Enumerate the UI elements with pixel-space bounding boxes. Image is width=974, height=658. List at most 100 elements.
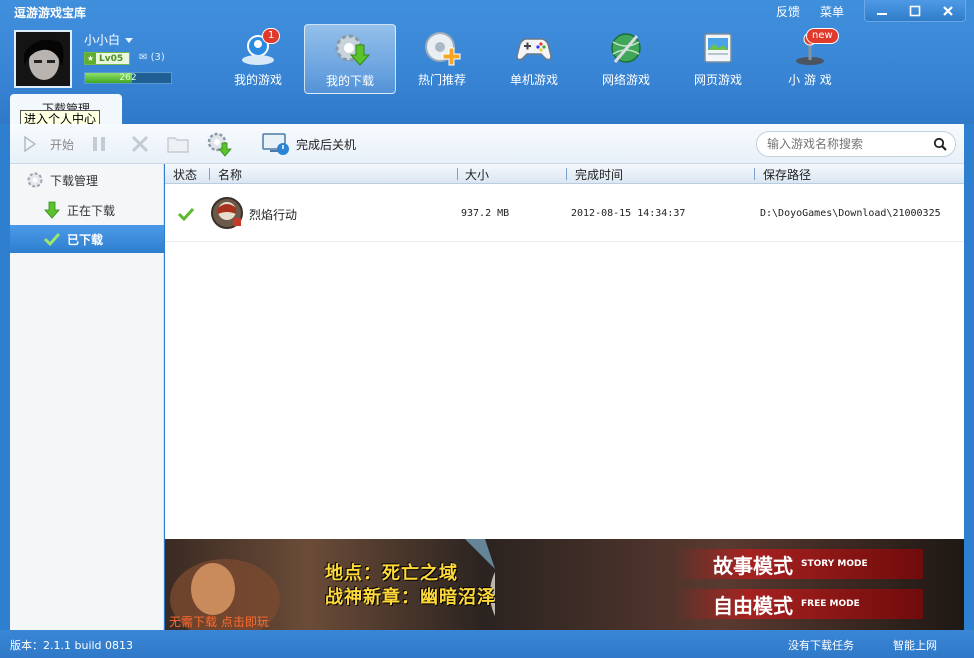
nav-label: 小 游 戏 <box>788 73 832 87</box>
sidebar-item-downloaded[interactable]: 已下载 <box>10 225 164 253</box>
nav-label: 热门推荐 <box>417 73 466 87</box>
free-mode-button[interactable]: 自由模式 FREE MODE <box>673 589 923 619</box>
nav-hot-recommend[interactable]: 热门推荐 <box>396 24 488 94</box>
game-name[interactable]: 烈焰行动 <box>249 206 297 223</box>
sidebar-item-label: 已下载 <box>67 232 104 247</box>
maximize-icon <box>909 5 921 16</box>
banner-play-now[interactable]: 无需下载 点击即玩 <box>169 613 269 630</box>
folder-icon <box>167 137 189 153</box>
hot-recommend-icon <box>425 32 461 66</box>
feedback-link[interactable]: 反馈 <box>776 3 800 20</box>
completed-check-icon <box>177 207 195 222</box>
mail-count: (3) <box>150 52 165 63</box>
nav-label: 我的下载 <box>325 74 374 88</box>
sidebar-item-downloading[interactable]: 正在下载 <box>10 196 164 224</box>
download-task-status[interactable]: 没有下载任务 <box>788 637 854 653</box>
download-list: 状态 名称 大小 完成时间 保存路径 烈焰行动 937.2 MB 2012-08… <box>165 164 964 539</box>
column-header-time[interactable]: 完成时间 <box>575 166 623 183</box>
nav-label: 我的游戏 <box>233 73 282 87</box>
column-header-status[interactable]: 状态 <box>173 166 197 183</box>
app-title: 逗游游戏宝库 <box>14 6 87 20</box>
avatar[interactable] <box>14 30 72 88</box>
mail-indicator[interactable]: ✉ (3) <box>139 52 165 63</box>
search-box <box>756 131 956 157</box>
start-button[interactable]: 开始 <box>22 124 74 164</box>
avatar-image <box>16 32 70 86</box>
experience-bar: 262 <box>84 72 172 84</box>
column-header-size[interactable]: 大小 <box>465 166 489 183</box>
status-bar: 版本：2.1.1 build 0813 没有下载任务 智能上网 <box>0 630 974 658</box>
nav-label: 网页游戏 <box>693 73 742 87</box>
search-input[interactable] <box>767 135 927 153</box>
banner-line-2: 战神新章：幽暗沼泽 <box>325 587 496 608</box>
new-badge: new <box>806 28 839 44</box>
smart-network-link[interactable]: 智能上网 <box>893 637 937 653</box>
column-header-name[interactable]: 名称 <box>218 166 242 183</box>
free-mode-label: 自由模式 <box>713 593 793 618</box>
column-divider <box>457 168 458 180</box>
play-icon <box>24 135 37 153</box>
nav-online-games[interactable]: 网络游戏 <box>580 24 672 94</box>
download-settings-button[interactable] <box>206 124 232 164</box>
story-mode-english: STORY MODE <box>801 559 868 569</box>
column-divider <box>754 168 755 180</box>
chevron-down-icon <box>125 38 134 43</box>
pause-button[interactable] <box>90 124 108 164</box>
username-text: 小小白 <box>84 33 121 47</box>
nav-label: 网络游戏 <box>601 73 650 87</box>
nav-standalone-games[interactable]: 单机游戏 <box>488 24 580 94</box>
table-header: 状态 名称 大小 完成时间 保存路径 <box>165 164 964 184</box>
experience-value: 262 <box>119 73 137 83</box>
open-folder-button[interactable] <box>167 124 189 164</box>
shutdown-label: 完成后关机 <box>296 137 357 152</box>
version-text: 版本：2.1.1 build 0813 <box>10 639 134 652</box>
banner-line-1: 地点：死亡之域 <box>325 563 458 584</box>
story-mode-label: 故事模式 <box>713 553 793 578</box>
search-icon[interactable] <box>933 137 947 151</box>
game-icon <box>211 197 243 229</box>
close-icon <box>943 5 954 16</box>
pause-icon <box>93 137 105 151</box>
nav-my-games[interactable]: 1 我的游戏 <box>212 24 304 94</box>
complete-time: 2012-08-15 14:34:37 <box>571 208 686 219</box>
maximize-button[interactable] <box>898 0 931 21</box>
shutdown-after-complete-button[interactable]: 完成后关机 <box>262 124 356 164</box>
nav-label: 单机游戏 <box>509 73 558 87</box>
toolbar: 开始 完成后关机 <box>10 124 964 164</box>
mail-icon: ✉ <box>139 52 148 63</box>
computer-power-icon <box>262 133 289 155</box>
delete-icon <box>131 135 149 153</box>
sidebar-header-download-manager[interactable]: 下载管理 <box>10 166 164 194</box>
nav-web-games[interactable]: 网页游戏 <box>672 24 764 94</box>
free-mode-english: FREE MODE <box>801 599 860 609</box>
gamepad-icon <box>516 38 552 61</box>
minimize-icon <box>876 12 887 15</box>
username[interactable]: 小小白 <box>84 31 134 48</box>
check-icon <box>44 232 60 247</box>
title-bar: 逗游游戏宝库 反馈 菜单 小小白 ★ Lv05 ✉ (3) 262 1 我的游戏… <box>0 0 974 124</box>
level-text: Lv05 <box>99 53 124 64</box>
start-label: 开始 <box>50 137 75 152</box>
notification-badge: 1 <box>262 28 281 44</box>
game-size: 937.2 MB <box>461 208 510 219</box>
column-divider <box>209 168 210 180</box>
nav-my-downloads[interactable]: 我的下载 <box>304 24 396 94</box>
sidebar: 下载管理 正在下载 已下载 <box>10 164 164 630</box>
minimize-button[interactable] <box>865 0 898 21</box>
save-path: D:\DoyoGames\Download\21000325 <box>760 208 941 219</box>
menu-link[interactable]: 菜单 <box>820 3 844 20</box>
delete-button[interactable] <box>130 124 150 164</box>
story-mode-button[interactable]: 故事模式 STORY MODE <box>673 549 923 579</box>
column-header-path[interactable]: 保存路径 <box>763 166 811 183</box>
close-button[interactable] <box>932 0 965 21</box>
sidebar-item-label: 正在下载 <box>67 203 116 218</box>
table-row[interactable]: 烈焰行动 937.2 MB 2012-08-15 14:34:37 D:\Doy… <box>165 184 964 242</box>
level-badge: ★ Lv05 <box>84 52 130 65</box>
down-arrow-icon <box>44 201 60 219</box>
nav-mini-games[interactable]: new 小 游 戏 <box>764 24 856 94</box>
ad-banner[interactable]: 地点：死亡之域 战神新章：幽暗沼泽 故事模式 STORY MODE 自由模式 F… <box>165 539 964 630</box>
column-divider <box>566 168 567 180</box>
window-controls <box>864 0 966 22</box>
web-games-icon <box>704 33 732 63</box>
gear-icon <box>27 172 43 188</box>
